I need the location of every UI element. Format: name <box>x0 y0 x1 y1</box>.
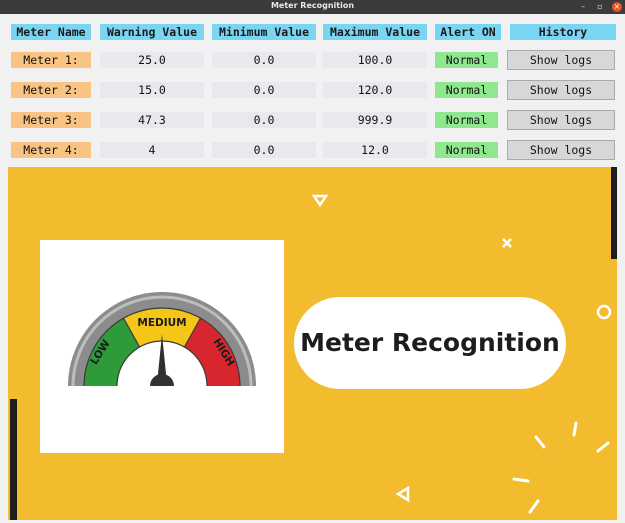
warning-value-input[interactable]: 47.3 <box>100 112 204 128</box>
warning-value-input[interactable]: 4 <box>100 142 204 158</box>
show-logs-button[interactable]: Show logs <box>507 80 615 100</box>
close-icon[interactable]: × <box>612 2 622 12</box>
minimum-value-input[interactable]: 0.0 <box>212 52 316 68</box>
maximum-value-input[interactable]: 999.9 <box>323 112 427 128</box>
banner-image: LOW MEDIUM HIGH Meter Recognition <box>8 167 617 520</box>
meter-name-label: Meter 2: <box>11 82 91 98</box>
show-logs-button[interactable]: Show logs <box>507 110 615 130</box>
maximize-icon[interactable]: ▫ <box>595 2 605 12</box>
minimum-value-input[interactable]: 0.0 <box>212 82 316 98</box>
header-history: History <box>510 24 616 40</box>
meter-name-label: Meter 4: <box>11 142 91 158</box>
alert-status-badge: Normal <box>435 142 498 158</box>
minimize-icon[interactable]: – <box>578 2 588 12</box>
header-alert-on: Alert ON <box>435 24 501 40</box>
maximum-value-input[interactable]: 12.0 <box>323 142 427 158</box>
minimum-value-input[interactable]: 0.0 <box>212 112 316 128</box>
alert-status-badge: Normal <box>435 52 498 68</box>
maximum-value-input[interactable]: 100.0 <box>323 52 427 68</box>
alert-status-badge: Normal <box>435 82 498 98</box>
window-title: Meter Recognition <box>270 1 355 10</box>
header-minimum-value: Minimum Value <box>212 24 316 40</box>
alert-status-badge: Normal <box>435 112 498 128</box>
meter-name-label: Meter 3: <box>11 112 91 128</box>
minimum-value-input[interactable]: 0.0 <box>212 142 316 158</box>
meter-name-label: Meter 1: <box>11 52 91 68</box>
title-bar: Meter Recognition – ▫ × <box>0 0 625 14</box>
warning-value-input[interactable]: 15.0 <box>100 82 204 98</box>
maximum-value-input[interactable]: 120.0 <box>323 82 427 98</box>
show-logs-button[interactable]: Show logs <box>507 140 615 160</box>
header-meter-name: Meter Name <box>11 24 91 40</box>
header-warning-value: Warning Value <box>100 24 204 40</box>
decoration-icons <box>10 167 617 520</box>
header-maximum-value: Maximum Value <box>323 24 427 40</box>
warning-value-input[interactable]: 25.0 <box>100 52 204 68</box>
show-logs-button[interactable]: Show logs <box>507 50 615 70</box>
